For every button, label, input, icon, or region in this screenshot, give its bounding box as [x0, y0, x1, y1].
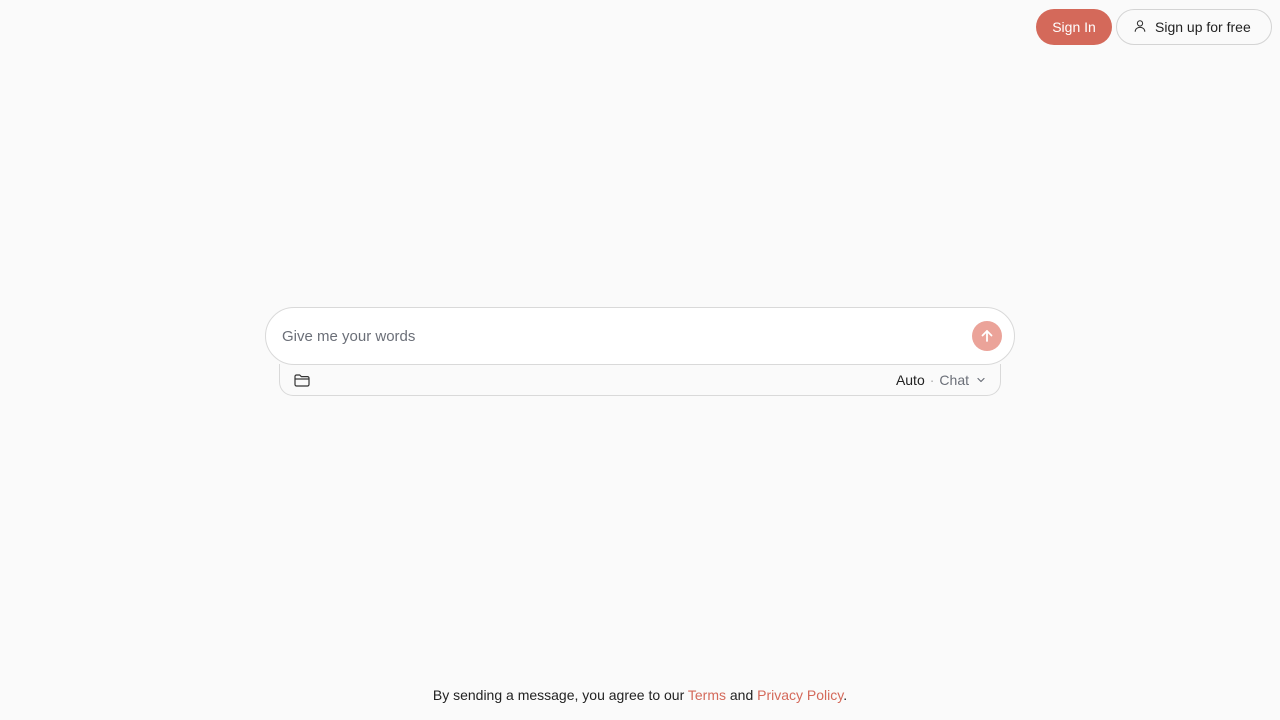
mode-separator: ·	[929, 371, 935, 388]
composer-toolbar: Auto · Chat	[279, 364, 1001, 396]
send-button[interactable]	[972, 321, 1002, 351]
attach-folder-button[interactable]	[293, 371, 311, 389]
sign-up-label: Sign up for free	[1155, 19, 1251, 35]
user-icon	[1133, 19, 1147, 36]
message-input-container	[265, 307, 1015, 365]
terms-link[interactable]: Terms	[688, 687, 726, 703]
privacy-policy-link[interactable]: Privacy Policy	[757, 687, 843, 703]
legal-footer: By sending a message, you agree to our T…	[0, 687, 1280, 703]
folder-icon	[293, 371, 311, 389]
sign-up-button[interactable]: Sign up for free	[1116, 9, 1272, 45]
top-bar: Sign In Sign up for free	[1036, 9, 1272, 45]
sign-in-button[interactable]: Sign In	[1036, 9, 1112, 45]
message-composer: Auto · Chat	[265, 307, 1015, 396]
message-input[interactable]	[282, 327, 972, 345]
footer-prefix: By sending a message, you agree to our	[432, 687, 688, 703]
mode-primary: Auto	[895, 371, 925, 388]
mode-secondary: Chat	[939, 371, 969, 388]
footer-conjunction: and	[726, 687, 758, 703]
footer-suffix: .	[843, 687, 848, 703]
mode-selector[interactable]: Auto · Chat	[896, 372, 986, 388]
chevron-down-icon	[974, 375, 986, 385]
arrow-up-icon	[979, 328, 995, 344]
